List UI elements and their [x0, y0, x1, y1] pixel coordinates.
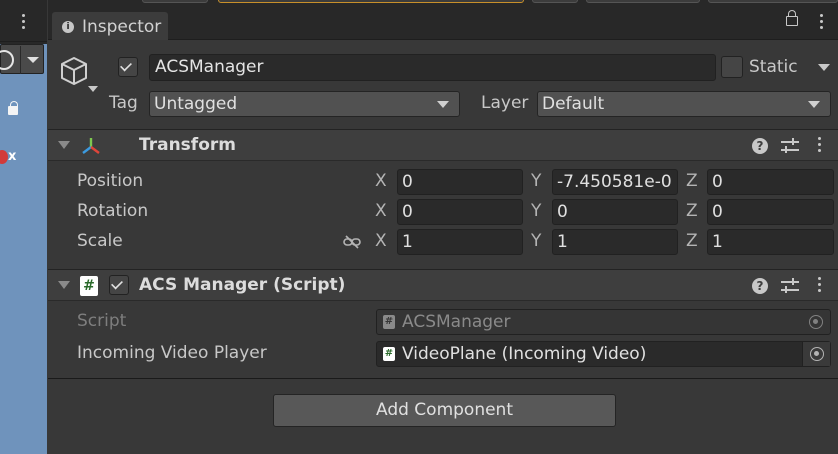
axis-x-label: X	[375, 171, 387, 191]
gameobject-active-checkbox[interactable]	[118, 57, 138, 77]
help-icon[interactable]: ?	[752, 138, 768, 154]
layer-value: Default	[542, 94, 605, 114]
axis-z-label: Z	[686, 171, 698, 191]
checkmark-icon	[120, 59, 132, 72]
position-z-input[interactable]: 0	[707, 169, 834, 195]
tab-inspector[interactable]: i Inspector	[52, 12, 168, 40]
axis-x-label: X	[375, 231, 387, 251]
scale-z-input[interactable]: 1	[707, 229, 834, 255]
scale-label: Scale	[77, 231, 123, 251]
script-enabled-checkbox[interactable]	[109, 275, 129, 295]
foldout-arrow-icon[interactable]	[58, 281, 70, 289]
foldout-arrow-icon[interactable]	[58, 141, 70, 149]
tab-bar: i Inspector	[48, 0, 838, 40]
rotation-z-input[interactable]: 0	[707, 199, 834, 225]
chevron-down-icon[interactable]	[20, 46, 44, 74]
help-icon[interactable]: ?	[752, 278, 768, 294]
incoming-video-player-label: Incoming Video Player	[77, 343, 267, 363]
lock-icon[interactable]	[8, 101, 18, 115]
script-component-header[interactable]: ACS Manager (Script) ?	[48, 269, 838, 301]
toolbar-button[interactable]	[532, 0, 578, 3]
axis-z-label: Z	[686, 201, 698, 221]
tag-label: Tag	[109, 93, 138, 113]
add-component-button[interactable]: Add Component	[273, 394, 616, 427]
rotation-label: Rotation	[77, 201, 149, 221]
axis-y-label: Y	[531, 231, 542, 251]
constrain-proportions-icon[interactable]	[343, 235, 361, 249]
position-x-input[interactable]: 0	[397, 169, 523, 195]
static-label: Static	[749, 57, 798, 77]
presets-icon[interactable]	[781, 278, 799, 294]
inspector-panel: i Inspector ACSManager Static Tag Untagg…	[48, 0, 838, 454]
axis-gizmo-x-label: x	[8, 149, 17, 164]
tab-menu-icon[interactable]	[816, 14, 826, 32]
incoming-video-player-value: VideoPlane (Incoming Video)	[402, 344, 647, 364]
object-picker-button	[802, 310, 830, 334]
transform-header[interactable]: Transform ?	[48, 129, 838, 161]
script-value: ACSManager	[402, 312, 511, 332]
script-file-icon: #	[383, 315, 395, 329]
target-icon	[810, 347, 824, 361]
axis-x-label: X	[375, 201, 387, 221]
axis-y-label: Y	[531, 201, 542, 221]
axis-z-label: Z	[686, 231, 698, 251]
more-options-icon[interactable]	[21, 14, 25, 32]
tab-label: Inspector	[82, 17, 162, 37]
toolbar-button[interactable]	[142, 0, 208, 3]
chevron-down-icon	[808, 101, 820, 108]
tag-dropdown[interactable]: Untagged	[149, 91, 460, 117]
toolbar-button[interactable]	[586, 0, 700, 3]
transform-title: Transform	[139, 135, 236, 155]
gameobject-cube-icon[interactable]	[58, 52, 98, 96]
scene-view-area[interactable]	[0, 44, 47, 454]
scene-toolbar	[0, 0, 47, 42]
axis-y-label: Y	[531, 171, 542, 191]
component-menu-icon[interactable]	[818, 137, 821, 152]
script-component-title: ACS Manager (Script)	[139, 275, 346, 295]
checkmark-icon	[111, 277, 123, 290]
scale-y-input[interactable]: 1	[552, 229, 678, 255]
position-label: Position	[77, 171, 144, 191]
incoming-video-player-field[interactable]: # VideoPlane (Incoming Video)	[376, 341, 831, 367]
layer-dropdown[interactable]: Default	[537, 91, 831, 117]
chevron-down-icon	[437, 101, 449, 108]
gameobject-name-input[interactable]: ACSManager	[149, 54, 716, 81]
component-menu-icon[interactable]	[818, 277, 821, 292]
inspector-lock-icon[interactable]	[786, 10, 798, 26]
static-checkbox[interactable]	[721, 56, 743, 78]
presets-icon[interactable]	[781, 138, 799, 154]
divider	[48, 378, 838, 379]
script-file-icon: #	[80, 276, 98, 296]
tag-value: Untagged	[154, 94, 238, 114]
position-y-input[interactable]: -7.450581e-0	[552, 169, 678, 195]
layer-label: Layer	[481, 93, 529, 113]
rotation-x-input[interactable]: 0	[397, 199, 523, 225]
scale-x-input[interactable]: 1	[397, 229, 523, 255]
scene-view-strip: x	[0, 0, 47, 454]
rotation-y-input[interactable]: 0	[552, 199, 678, 225]
script-file-icon: #	[383, 347, 395, 361]
transform-axes-icon	[82, 138, 100, 154]
script-label: Script	[77, 311, 127, 331]
toolbar-remnants	[48, 0, 838, 4]
object-picker-button[interactable]	[802, 342, 830, 366]
target-icon	[809, 315, 823, 329]
toolbar-button[interactable]	[708, 0, 838, 3]
script-reference-field: # ACSManager	[376, 309, 831, 335]
static-dropdown-icon[interactable]	[818, 64, 830, 71]
info-icon: i	[62, 21, 74, 33]
toolbar-search-field[interactable]	[218, 0, 524, 3]
